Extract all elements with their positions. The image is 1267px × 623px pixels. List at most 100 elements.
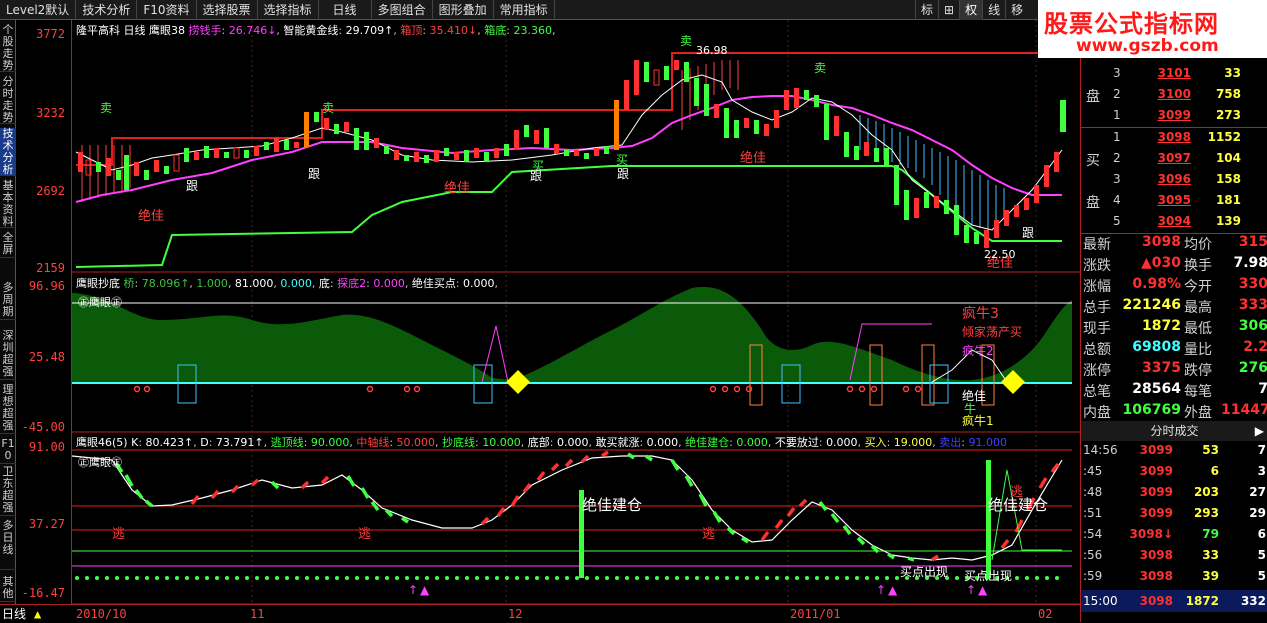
p1-label-1-k: 智能黄金线: [283, 24, 339, 37]
toolbar-multi-chart[interactable]: 多图组合: [372, 0, 433, 20]
sidebar-item-basic[interactable]: 基本资料: [0, 180, 16, 228]
stat-row-volume: 总手 221246 最高 333: [1083, 297, 1267, 316]
svg-text:▲: ▲: [420, 583, 430, 597]
sidebar-item-other[interactable]: 其他: [0, 576, 16, 602]
sidebar-item-fullscreen[interactable]: 全屏: [0, 232, 16, 258]
date-tick-0: 2010/10: [76, 607, 127, 621]
panel2-title: 鹰眼抄底 桥: 78.096↑, 1.000, 81.000, 0.000, 底…: [76, 277, 499, 290]
candles: [78, 60, 1066, 248]
panel1-title: 隆平高科 日线 鹰眼38 捞钱手: 26.746↓, 智能黄金线: 29.709…: [76, 24, 556, 37]
p3-label-8-v: 0.000: [826, 436, 858, 449]
p3-label-1-v: 73.791↑: [215, 436, 264, 449]
p3-label-6-v: 0.000: [646, 436, 679, 449]
p2-tag-best: 绝佳: [962, 388, 986, 403]
p1-trough-label: 22.50: [984, 248, 1016, 261]
toolbar-select-stock[interactable]: 选择股票: [197, 0, 258, 20]
svg-text:▲: ▲: [978, 583, 988, 597]
toolbar-overlay[interactable]: 图形叠加: [433, 0, 494, 20]
p2-label-0-v: 78.096↑: [141, 277, 190, 290]
toolbar-period[interactable]: 日线: [319, 0, 372, 20]
left-sidebar: 个股走势 分时走势 技术分析 基本资料 全屏 多周期 深圳超强 理想超强 F10…: [0, 20, 16, 604]
p3-label-3-k: 中轴线: [356, 436, 390, 449]
p2-label-5-v: 0.000: [373, 277, 405, 290]
bid-row-4[interactable]: 4 3095 181: [1081, 193, 1267, 214]
trade-row: :54 3098↓ 79 6: [1083, 527, 1266, 541]
p3-label-10-v: 91.000: [968, 436, 1007, 449]
p3-label-7-v: 0.000: [736, 436, 768, 449]
tool-mark[interactable]: 标: [915, 0, 938, 20]
p1-follow-2: 跟: [308, 167, 320, 181]
y-tick-p1-3: 2692: [36, 184, 65, 198]
y-axis: 3772 3232 2692 2159 96.96 25.48 -45.00 9…: [16, 20, 72, 604]
sidebar-item-multiday[interactable]: 多日线: [0, 520, 16, 570]
p1-sell-1: 卖: [100, 101, 112, 115]
y-tick-p1-top: 3772: [36, 27, 65, 41]
p2-label-2-v: 81.000: [234, 277, 274, 290]
p2-tag-crazy1: 疯牛1: [962, 413, 994, 428]
p1-sell-4: 卖: [814, 61, 826, 75]
toolbar-tech-analysis[interactable]: 技术分析: [76, 0, 138, 20]
tool-rights[interactable]: 权: [959, 0, 983, 20]
toolbar-f10[interactable]: F10资料: [137, 0, 197, 20]
date-tick-1: 11: [250, 607, 265, 621]
y-tick-p2-bottom: -45.00: [21, 420, 65, 434]
sidebar-item-stock-trend[interactable]: 个股走势: [0, 24, 16, 72]
sidebar-item-shenzhen[interactable]: 深圳超强: [0, 330, 16, 380]
date-tick-4: 02: [1038, 607, 1053, 621]
trade-row: :56 3098 33 5: [1083, 548, 1266, 562]
ask-row-3[interactable]: 3 3101 33: [1081, 66, 1267, 87]
p1-label-3-k: 箱底: [484, 24, 507, 37]
p1-buy-2: 买: [616, 153, 628, 167]
p2-tag-crazy2: 疯牛2: [962, 343, 994, 358]
bid-row-2[interactable]: 2 3097 104: [1081, 151, 1267, 172]
sidebar-item-ideal[interactable]: 理想超强: [0, 384, 16, 434]
stat-row-latest: 最新 3098 均价 315: [1083, 234, 1267, 253]
y-tick-p3-top: 91.00: [28, 440, 65, 454]
sidebar-item-intraday[interactable]: 分时走势: [0, 76, 16, 124]
p3-escape-3: 逃: [702, 527, 715, 542]
ask-row-2[interactable]: 2 3100 758: [1081, 87, 1267, 108]
p1-follow-4: 跟: [617, 167, 629, 181]
p2-label-3-v: 0.000: [280, 277, 312, 290]
sidebar-item-weidong[interactable]: 卫东超强: [0, 466, 16, 516]
bid-row-1[interactable]: 1 3098 1152: [1081, 130, 1267, 151]
p3-buy-point-2: 买点出现: [964, 569, 1012, 583]
logo-url: www.gszb.com: [1076, 36, 1219, 56]
kline-chart[interactable]: 卖 卖 卖 卖 跟 跟 跟 跟 跟 买 买 绝佳 绝佳 绝佳 绝佳 36.98 …: [72, 20, 1080, 604]
p3-label-0-v: 80.423↑: [145, 436, 194, 449]
p3-label-7-k: 绝佳建仓: [685, 436, 730, 449]
y-tick-p2-top: 96.96: [28, 279, 65, 293]
trades-header[interactable]: 分时成交 ▶: [1081, 421, 1267, 441]
period-label: 日线: [123, 24, 146, 37]
triangle-up-icon[interactable]: ▲: [34, 605, 41, 623]
p1-buy-1: 买: [532, 159, 544, 173]
panel3-title: 鹰眼46(5) K: 80.423↑, D: 73.791↑, 逃顶线: 90.…: [76, 436, 1007, 449]
svg-text:▲: ▲: [888, 583, 898, 597]
p3-label-9-k: 买入: [864, 436, 887, 449]
toolbar-common-indicators[interactable]: 常用指标: [494, 0, 555, 20]
sidebar-item-multi-period[interactable]: 多周期: [0, 282, 16, 320]
chevron-right-icon[interactable]: ▶: [1255, 421, 1264, 441]
p1-sell-2: 卖: [322, 101, 334, 115]
p2-label-1-v: 1.000: [196, 277, 228, 290]
p3-escape-2: 逃: [358, 527, 371, 542]
ask-row-1[interactable]: 1 3099 273: [1081, 108, 1267, 129]
stat-row-trades: 总笔 28564 每笔 7: [1083, 381, 1267, 400]
y-tick-p1-2: 3232: [36, 106, 65, 120]
bid-row-3[interactable]: 3 3096 158: [1081, 172, 1267, 193]
watermark-logo: 股票公式指标网 www.gszb.com: [1038, 0, 1267, 58]
tool-move[interactable]: 移: [1005, 0, 1028, 20]
p1-label-0-k: 捞钱手: [188, 24, 222, 37]
p1-best-3: 绝佳: [740, 150, 766, 166]
toolbar-layout[interactable]: Level2默认: [0, 0, 77, 20]
toolbar-right-tools: 标 ⊞ 权 线 移: [915, 0, 1028, 20]
tool-crosshair[interactable]: ⊞: [938, 0, 959, 20]
p1-label-3-v: 23.360: [513, 24, 552, 37]
date-axis: 日线 ▲ 2010/10 11 12 2011/01 02: [0, 604, 1080, 622]
tool-line[interactable]: 线: [982, 0, 1005, 20]
sidebar-item-f10[interactable]: F10: [0, 438, 16, 464]
bottom-period-label[interactable]: 日线: [2, 605, 26, 623]
sidebar-item-tech[interactable]: 技术分析: [0, 128, 16, 176]
bid-row-5[interactable]: 5 3094 139: [1081, 214, 1267, 235]
toolbar-select-indicator[interactable]: 选择指标: [258, 0, 319, 20]
